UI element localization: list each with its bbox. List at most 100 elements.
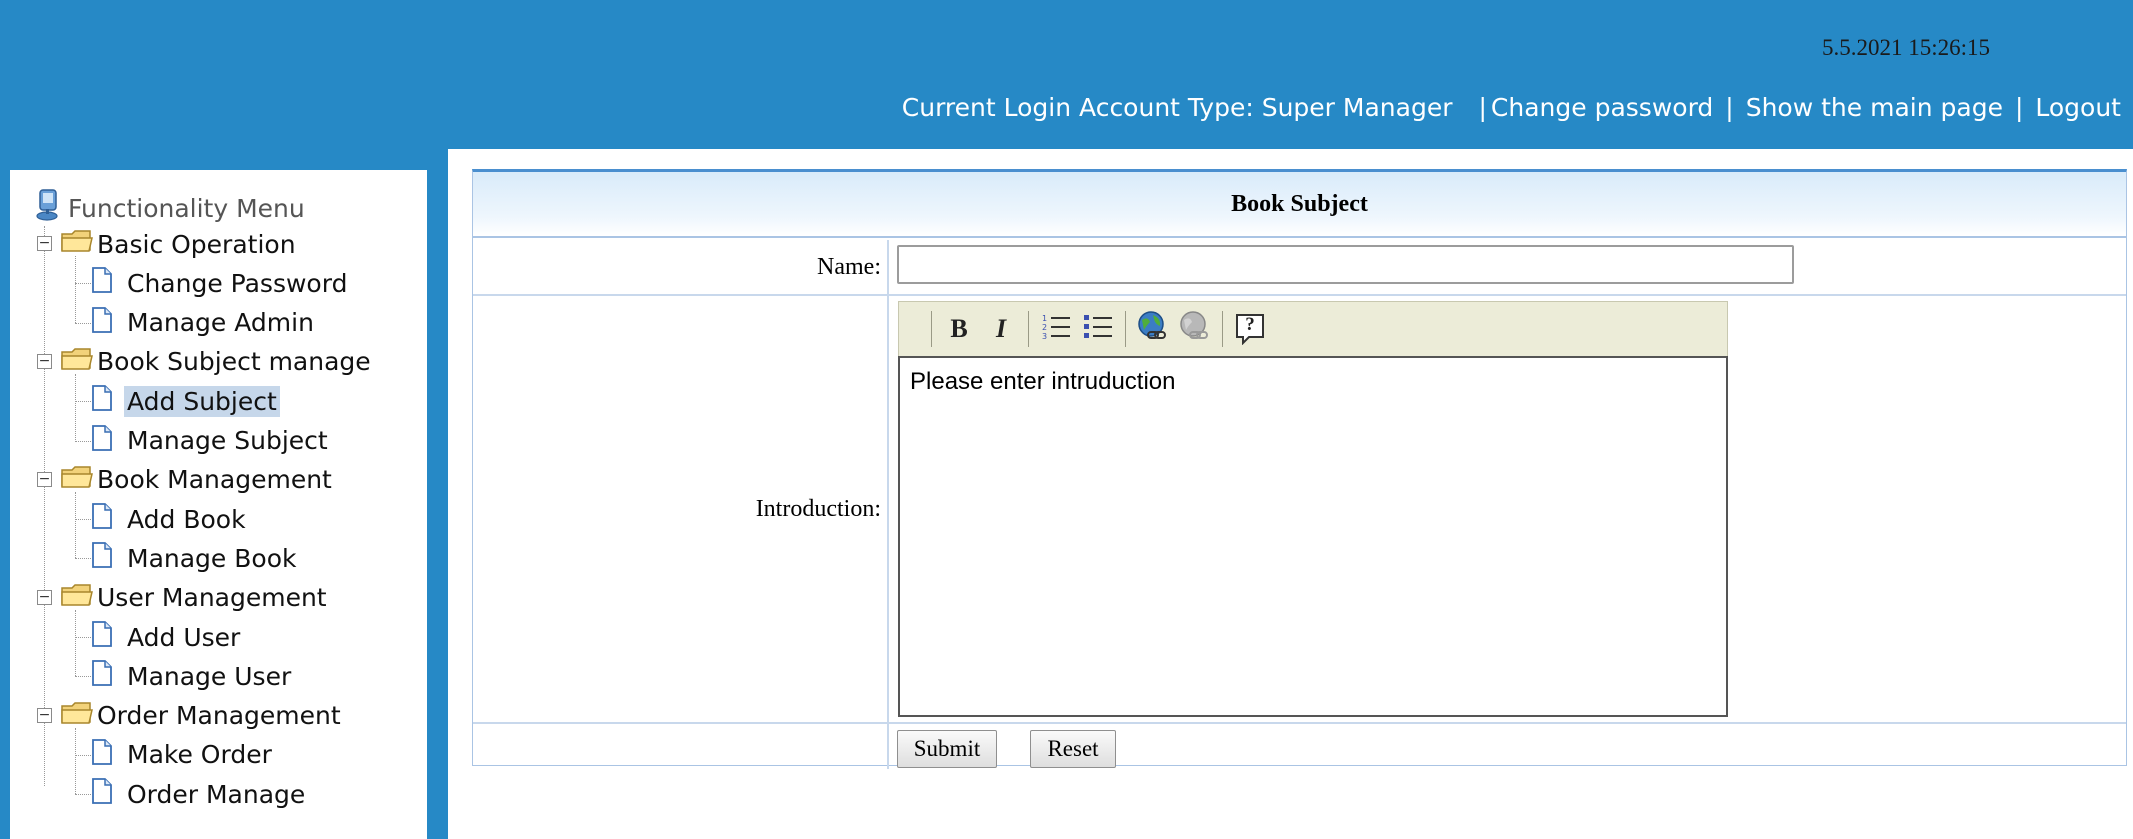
page-icon <box>90 659 114 693</box>
reset-button[interactable]: Reset <box>1030 730 1116 768</box>
menu-group-label: Order Management <box>97 701 341 731</box>
introduction-editor-area[interactable]: Please enter intruduction <box>898 356 1728 717</box>
tree-connector <box>75 283 91 285</box>
collapse-toggle[interactable]: − <box>37 589 52 605</box>
italic-button[interactable]: I <box>980 308 1022 350</box>
menu-item-label: Make Order <box>127 740 272 770</box>
nav-separator: | <box>1478 93 1487 122</box>
toolbar-separator <box>1028 311 1029 347</box>
bold-icon: B <box>950 314 968 343</box>
logout-link[interactable]: Logout <box>2035 93 2121 122</box>
menu-item-manage-book[interactable]: Manage Book <box>90 540 299 576</box>
page-icon <box>90 502 114 536</box>
menu-root: Functionality Menu <box>34 188 305 228</box>
page-icon <box>90 541 114 575</box>
ordered-list-button[interactable]: 1 2 3 <box>1035 308 1077 350</box>
menu-group-label: Book Management <box>97 465 332 495</box>
tree-connector <box>75 754 91 756</box>
insert-link-button[interactable] <box>1132 308 1174 350</box>
toolbar-separator <box>931 311 932 347</box>
unordered-list-icon <box>1082 311 1114 347</box>
introduction-row: Introduction: B I 1 2 3 ? Please enter i… <box>473 296 2126 724</box>
menu-item-label: Order Manage <box>127 779 306 809</box>
collapse-toggle[interactable]: − <box>37 236 52 251</box>
page-icon <box>90 738 114 772</box>
menu-item-add-user[interactable]: Add User <box>90 619 243 655</box>
tree-connector <box>44 226 45 787</box>
tree-connector <box>75 727 76 795</box>
tree-connector <box>75 401 91 403</box>
nav-separator: | <box>2014 93 2024 122</box>
computer-icon <box>34 188 64 228</box>
tree-connector <box>75 373 76 441</box>
unordered-list-button[interactable] <box>1077 308 1119 350</box>
page-icon <box>90 266 114 300</box>
page-icon <box>90 620 114 654</box>
menu-item-label: Manage User <box>127 661 292 691</box>
svg-text:2: 2 <box>1042 323 1047 332</box>
page-icon <box>90 777 114 811</box>
name-input[interactable] <box>897 245 1794 284</box>
help-icon-glyph: ? <box>1245 314 1255 335</box>
tree-connector <box>75 322 91 324</box>
menu-group-book-management[interactable]: Book Management <box>60 462 335 498</box>
menu-item-manage-admin[interactable]: Manage Admin <box>90 305 317 341</box>
top-nav: Current Login Account Type: Super Manage… <box>902 93 2121 122</box>
menu-item-manage-user[interactable]: Manage User <box>90 658 294 694</box>
menu-item-manage-subject[interactable]: Manage Subject <box>90 423 331 459</box>
buttons-row: Submit Reset <box>473 724 2126 769</box>
rich-text-editor: B I 1 2 3 ? Please enter intruduction <box>898 301 1728 717</box>
menu-item-add-subject[interactable]: Add Subject <box>90 383 280 419</box>
tree-connector <box>75 519 91 521</box>
toolbar-separator <box>1125 311 1126 347</box>
remove-link-button[interactable] <box>1174 308 1216 350</box>
folder-icon <box>60 464 94 496</box>
menu-group-basic-operation[interactable]: Basic Operation <box>60 226 299 262</box>
menu-group-book-subject-manage[interactable]: Book Subject manage <box>60 344 374 380</box>
introduction-label: Introduction: <box>473 296 889 722</box>
toolbar-separator <box>1222 311 1223 347</box>
remove-link-icon <box>1178 310 1212 348</box>
help-button[interactable]: ? <box>1229 308 1271 350</box>
menu-group-label: Book Subject manage <box>97 347 371 377</box>
tree-connector <box>75 558 91 560</box>
folder-icon <box>60 346 94 378</box>
menu-title: Functionality Menu <box>68 193 305 223</box>
tree-connector <box>75 256 76 323</box>
tree-connector <box>75 637 91 638</box>
tree-connector <box>75 440 91 442</box>
folder-icon <box>60 582 94 614</box>
submit-button[interactable]: Submit <box>897 730 997 768</box>
tree-connector <box>75 794 91 796</box>
buttons-row-spacer <box>473 724 889 769</box>
editor-toolbar: B I 1 2 3 ? <box>898 301 1728 356</box>
bold-button[interactable]: B <box>938 308 980 350</box>
name-row: Name: <box>473 240 2126 296</box>
menu-item-label: Add Subject <box>124 385 280 417</box>
show-main-page-link[interactable]: Show the main page <box>1746 93 2003 122</box>
menu-item-change-password[interactable]: Change Password <box>90 265 350 301</box>
collapse-toggle[interactable]: − <box>37 471 52 487</box>
svg-text:3: 3 <box>1042 332 1047 341</box>
menu-item-label: Manage Subject <box>127 426 328 455</box>
ordered-list-icon: 1 2 3 <box>1040 311 1072 347</box>
datetime: 5.5.2021 15:26:15 <box>1822 35 1991 60</box>
panel-title: Book Subject <box>473 172 2126 238</box>
help-icon: ? <box>1235 313 1265 345</box>
menu-item-make-order[interactable]: Make Order <box>90 737 275 773</box>
collapse-toggle[interactable]: − <box>37 707 52 723</box>
change-password-link[interactable]: Change password <box>1491 93 1713 122</box>
tree-connector <box>75 676 91 678</box>
menu-group-label: Basic Operation <box>97 229 296 259</box>
page-icon <box>90 424 114 458</box>
menu-group-order-management[interactable]: Order Management <box>60 698 344 734</box>
menu-item-add-book[interactable]: Add Book <box>90 501 249 537</box>
menu-item-label: Manage Book <box>127 543 297 573</box>
folder-icon <box>60 228 94 260</box>
book-subject-panel: Book Subject Name: Introduction: B I 1 2… <box>472 169 2127 769</box>
menu-group-user-management[interactable]: User Management <box>60 580 330 616</box>
collapse-toggle[interactable]: − <box>37 353 52 369</box>
svg-text:1: 1 <box>1042 314 1047 323</box>
menu-item-order-manage[interactable]: Order Manage <box>90 776 308 812</box>
menu-item-label: Add User <box>127 622 241 652</box>
